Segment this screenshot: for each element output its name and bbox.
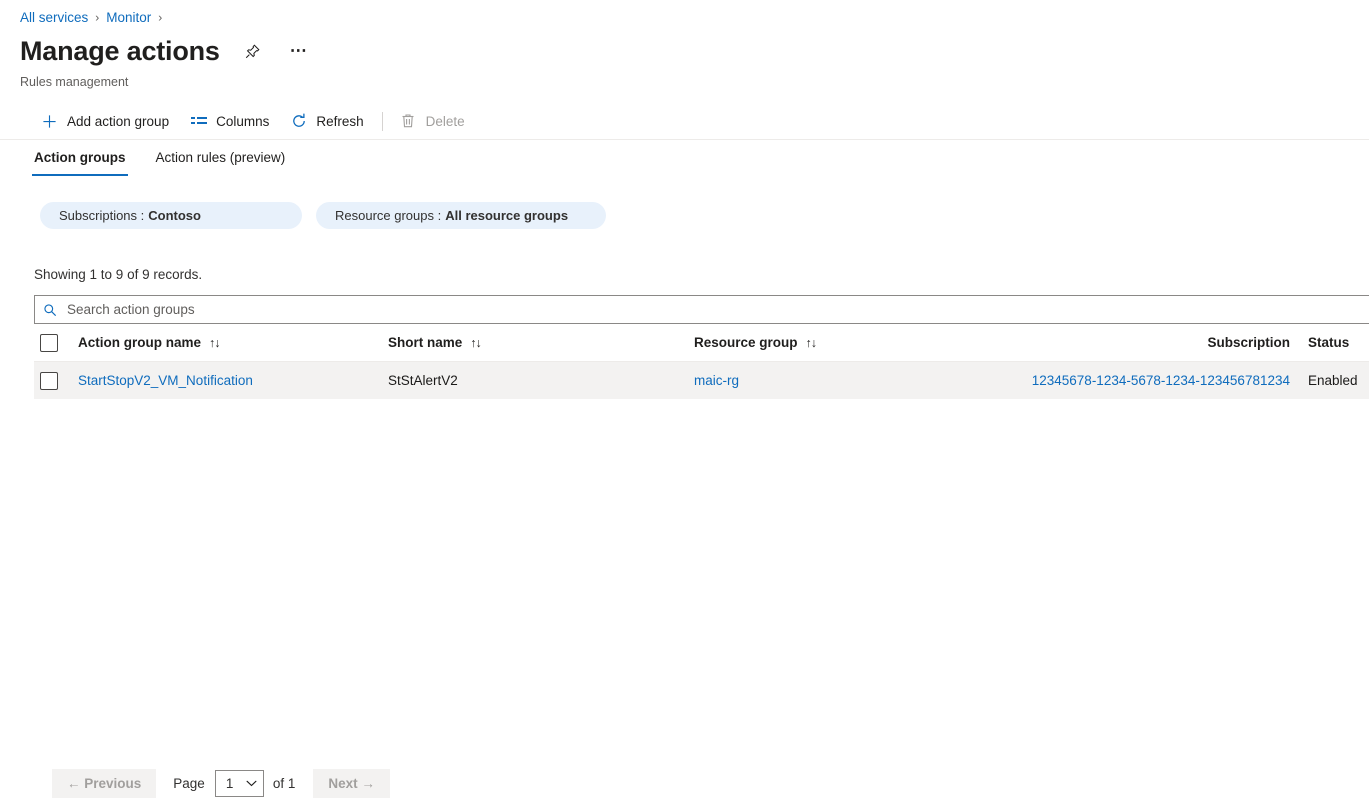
column-header-action-group-name-label: Action group name [78,335,201,350]
column-header-short-name[interactable]: Short name ↑↓ [382,335,688,350]
columns-button[interactable]: Columns [181,106,278,136]
tab-action-rules-preview[interactable]: Action rules (preview) [154,148,288,176]
filter-pill-subscriptions-key: Subscriptions : [59,208,144,223]
sort-arrows-icon: ↑↓ [806,336,817,350]
cell-action-group-name: StartStopV2_VM_Notification [72,373,382,388]
column-header-status[interactable]: Status [1302,335,1369,350]
breadcrumb: All services › Monitor › [20,8,169,28]
tab-action-rules-preview-label: Action rules (preview) [156,150,286,165]
table-row[interactable]: StartStopV2_VM_Notification StStAlertV2 … [34,362,1369,400]
resource-group-link[interactable]: maic-rg [694,373,739,388]
records-count-text: Showing 1 to 9 of 9 records. [34,265,202,285]
column-header-subscription-label: Subscription [1207,335,1290,350]
delete-button[interactable]: Delete [391,106,474,136]
page-number-select[interactable]: 1 [215,770,264,797]
column-header-short-name-label: Short name [388,335,462,350]
page-header: Manage actions ⋯ [20,34,312,68]
cell-status: Enabled [1302,373,1369,388]
add-action-group-label: Add action group [67,114,169,129]
pagination: ← Previous Page 1 of 1 Next → [52,769,390,798]
column-header-subscription[interactable]: Subscription [992,335,1302,350]
column-header-status-label: Status [1308,335,1349,350]
refresh-icon [290,113,307,130]
add-action-group-button[interactable]: Add action group [32,106,178,136]
breadcrumb-separator-icon: › [95,8,99,28]
column-header-resource-group[interactable]: Resource group ↑↓ [688,335,992,350]
columns-icon [190,113,207,130]
select-all-checkbox[interactable] [40,334,58,352]
command-bar: Add action group Columns Refresh [0,103,1369,140]
page-number-value: 1 [226,776,234,791]
breadcrumb-item-monitor[interactable]: Monitor [106,8,151,28]
row-checkbox[interactable] [40,372,58,390]
chevron-down-icon [246,780,257,787]
filter-pill-resource-groups-value: All resource groups [445,208,568,223]
trash-icon [400,113,417,130]
filter-pill-resource-groups-key: Resource groups : [335,208,441,223]
cell-subscription: 12345678-1234-5678-1234-123456781234 [992,373,1302,388]
sort-arrows-icon: ↑↓ [209,336,220,350]
manage-actions-page: All services › Monitor › Manage actions … [0,0,1369,810]
search-input[interactable] [65,296,1369,323]
search-action-groups-box[interactable] [34,295,1369,324]
action-group-name-link[interactable]: StartStopV2_VM_Notification [78,373,253,388]
filter-bar: Subscriptions : Contoso Resource groups … [40,202,620,229]
page-total-label: of 1 [273,776,296,791]
refresh-button[interactable]: Refresh [281,106,372,136]
next-page-button[interactable]: Next → [313,769,390,798]
cell-short-name: StStAlertV2 [382,373,688,388]
filter-pill-subscriptions-value: Contoso [148,208,201,223]
tab-action-groups[interactable]: Action groups [32,148,128,176]
filter-pill-subscriptions[interactable]: Subscriptions : Contoso [40,202,302,229]
previous-page-label: ← Previous [67,776,141,791]
action-groups-table: Action group name ↑↓ Short name ↑↓ Resou… [34,324,1369,400]
search-icon [43,303,57,317]
more-options-icon[interactable]: ⋯ [286,38,312,64]
plus-icon [41,113,58,130]
breadcrumb-item-all-services[interactable]: All services [20,8,88,28]
page-title: Manage actions [20,34,220,68]
cell-resource-group: maic-rg [688,373,992,388]
subscription-link[interactable]: 12345678-1234-5678-1234-123456781234 [1032,373,1290,388]
sort-arrows-icon: ↑↓ [470,336,481,350]
filter-pill-resource-groups[interactable]: Resource groups : All resource groups [316,202,606,229]
toolbar-divider [382,112,383,131]
previous-page-button[interactable]: ← Previous [52,769,156,798]
row-checkbox-cell [34,372,72,390]
page-label: Page [173,776,205,791]
pin-icon[interactable] [240,38,266,64]
ellipsis-glyph: ⋯ [290,46,308,56]
refresh-label: Refresh [316,114,363,129]
column-header-resource-group-label: Resource group [694,335,798,350]
columns-label: Columns [216,114,269,129]
column-header-action-group-name[interactable]: Action group name ↑↓ [72,335,382,350]
page-subtitle: Rules management [20,73,128,91]
select-all-checkbox-cell [34,334,72,352]
tab-list: Action groups Action rules (preview) [32,148,313,176]
table-header-row: Action group name ↑↓ Short name ↑↓ Resou… [34,324,1369,362]
tab-action-groups-label: Action groups [34,150,126,165]
next-page-label: Next → [328,776,375,791]
breadcrumb-separator-icon: › [158,8,162,28]
delete-label: Delete [426,114,465,129]
